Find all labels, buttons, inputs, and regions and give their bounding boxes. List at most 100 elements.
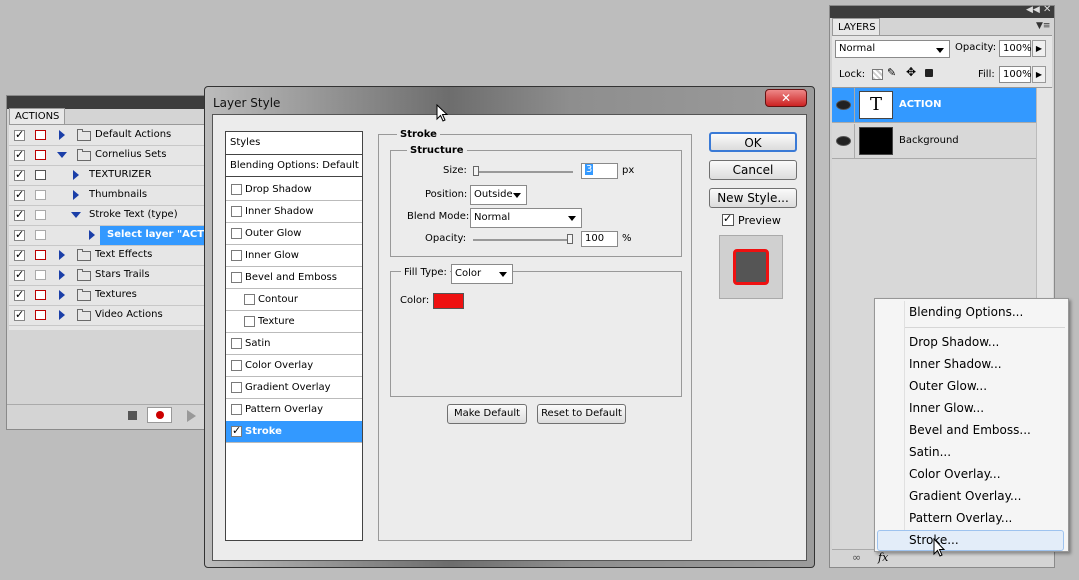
- reset-default-button[interactable]: Reset to Default: [537, 404, 626, 424]
- style-item-checkbox[interactable]: [231, 272, 242, 283]
- visibility-eye-icon[interactable]: [836, 136, 851, 146]
- lock-image-icon[interactable]: ✎: [887, 66, 896, 79]
- blending-options-item[interactable]: Blending Options: Default: [226, 156, 362, 177]
- position-select[interactable]: Outside: [470, 185, 527, 205]
- stop-button[interactable]: [128, 411, 137, 420]
- menu-item-drop-shadow[interactable]: Drop Shadow...: [909, 335, 999, 349]
- expand-open-icon[interactable]: [71, 212, 81, 218]
- layers-tab[interactable]: LAYERS: [832, 18, 880, 35]
- action-toggle-checkbox[interactable]: [14, 208, 25, 221]
- style-item-checkbox[interactable]: [244, 316, 255, 327]
- layer-blend-mode-select[interactable]: Normal: [835, 40, 950, 58]
- action-toggle-checkbox[interactable]: [14, 188, 25, 201]
- action-toggle-checkbox[interactable]: [14, 228, 25, 241]
- actions-tab[interactable]: ACTIONS: [9, 108, 65, 124]
- layer-opacity-input[interactable]: 100%: [999, 40, 1032, 57]
- menu-item-satin[interactable]: Satin...: [909, 445, 951, 459]
- expand-closed-icon[interactable]: [59, 290, 65, 300]
- opacity-slider-track[interactable]: [473, 239, 573, 241]
- color-swatch[interactable]: [433, 293, 464, 309]
- size-slider-track[interactable]: [473, 171, 573, 173]
- lock-position-icon[interactable]: ✥: [906, 65, 916, 79]
- style-item-checkbox[interactable]: [231, 250, 242, 261]
- style-item-outer-glow[interactable]: Outer Glow: [226, 223, 362, 245]
- style-item-checkbox[interactable]: [231, 206, 242, 217]
- lock-all-icon[interactable]: [925, 69, 933, 77]
- expand-closed-icon[interactable]: [89, 230, 95, 240]
- menu-item-inner-shadow[interactable]: Inner Shadow...: [909, 357, 1002, 371]
- style-item-checkbox[interactable]: [231, 404, 242, 415]
- menu-item-inner-glow[interactable]: Inner Glow...: [909, 401, 984, 415]
- style-item-texture[interactable]: Texture: [226, 311, 362, 333]
- fill-type-select[interactable]: Color: [451, 264, 513, 284]
- action-toggle-checkbox[interactable]: [14, 308, 25, 321]
- action-toggle-checkbox[interactable]: [14, 288, 25, 301]
- expand-closed-icon[interactable]: [59, 310, 65, 320]
- dialog-toggle-icon[interactable]: [35, 310, 46, 320]
- dialog-toggle-icon[interactable]: [35, 270, 46, 280]
- action-toggle-checkbox[interactable]: [14, 268, 25, 281]
- new-style-button[interactable]: New Style...: [709, 188, 797, 208]
- panel-menu-icon[interactable]: ▼≡: [1036, 21, 1050, 31]
- style-item-bevel-and-emboss[interactable]: Bevel and Emboss: [226, 267, 362, 289]
- action-toggle-checkbox[interactable]: [14, 128, 25, 141]
- opacity-input[interactable]: 100: [581, 231, 618, 247]
- style-item-checkbox[interactable]: [231, 338, 242, 349]
- fill-input[interactable]: 100%: [999, 66, 1032, 83]
- blend-mode-select[interactable]: Normal: [470, 208, 582, 228]
- style-item-gradient-overlay[interactable]: Gradient Overlay: [226, 377, 362, 399]
- dialog-toggle-icon[interactable]: [35, 230, 46, 240]
- style-item-checkbox[interactable]: [231, 382, 242, 393]
- style-item-contour[interactable]: Contour: [226, 289, 362, 311]
- expand-closed-icon[interactable]: [73, 190, 79, 200]
- style-item-inner-glow[interactable]: Inner Glow: [226, 245, 362, 267]
- menu-item-pattern-overlay[interactable]: Pattern Overlay...: [909, 511, 1012, 525]
- style-item-satin[interactable]: Satin: [226, 333, 362, 355]
- style-item-checkbox[interactable]: [231, 360, 242, 371]
- style-item-color-overlay[interactable]: Color Overlay: [226, 355, 362, 377]
- dialog-toggle-icon[interactable]: [35, 210, 46, 220]
- make-default-button[interactable]: Make Default: [447, 404, 527, 424]
- action-toggle-checkbox[interactable]: [14, 248, 25, 261]
- dialog-toggle-icon[interactable]: [35, 170, 46, 180]
- cancel-button[interactable]: Cancel: [709, 160, 797, 180]
- lock-transparent-icon[interactable]: [872, 69, 883, 80]
- style-item-checkbox[interactable]: [231, 228, 242, 239]
- layer-row[interactable]: Background: [832, 124, 1036, 159]
- opacity-slider-thumb[interactable]: [567, 234, 573, 244]
- layer-opacity-arrow[interactable]: ▶: [1032, 40, 1046, 57]
- dialog-toggle-icon[interactable]: [35, 290, 46, 300]
- expand-closed-icon[interactable]: [73, 170, 79, 180]
- size-input[interactable]: 3: [581, 163, 618, 179]
- action-toggle-checkbox[interactable]: [14, 168, 25, 181]
- style-item-stroke[interactable]: Stroke: [226, 421, 362, 443]
- play-icon[interactable]: [187, 410, 196, 422]
- styles-header[interactable]: Styles: [226, 132, 362, 155]
- panel-close-icon[interactable]: ✕: [1043, 4, 1051, 15]
- style-item-checkbox[interactable]: [244, 294, 255, 305]
- style-item-checkbox[interactable]: [231, 424, 242, 437]
- menu-item-outer-glow[interactable]: Outer Glow...: [909, 379, 987, 393]
- dialog-toggle-icon[interactable]: [35, 130, 46, 140]
- collapse-icon[interactable]: ◀◀: [1026, 5, 1040, 15]
- preview-checkbox[interactable]: [722, 212, 734, 226]
- layer-row[interactable]: T ACTION: [832, 88, 1036, 123]
- expand-closed-icon[interactable]: [59, 270, 65, 280]
- fx-icon[interactable]: fx: [878, 551, 888, 564]
- ok-button[interactable]: OK: [709, 132, 797, 152]
- style-item-drop-shadow[interactable]: Drop Shadow: [226, 179, 362, 201]
- menu-item-color-overlay[interactable]: Color Overlay...: [909, 467, 1001, 481]
- dialog-toggle-icon[interactable]: [35, 250, 46, 260]
- style-item-checkbox[interactable]: [231, 184, 242, 195]
- dialog-close-button[interactable]: ✕: [765, 89, 807, 107]
- record-button[interactable]: [147, 407, 172, 423]
- expand-open-icon[interactable]: [57, 152, 67, 158]
- style-item-pattern-overlay[interactable]: Pattern Overlay: [226, 399, 362, 421]
- menu-item-bevel-and-emboss[interactable]: Bevel and Emboss...: [909, 423, 1031, 437]
- menu-item-gradient-overlay[interactable]: Gradient Overlay...: [909, 489, 1021, 503]
- style-item-inner-shadow[interactable]: Inner Shadow: [226, 201, 362, 223]
- size-slider-thumb[interactable]: [473, 166, 479, 176]
- visibility-eye-icon[interactable]: [836, 100, 851, 110]
- link-layers-icon[interactable]: ∞: [852, 551, 861, 564]
- expand-closed-icon[interactable]: [59, 250, 65, 260]
